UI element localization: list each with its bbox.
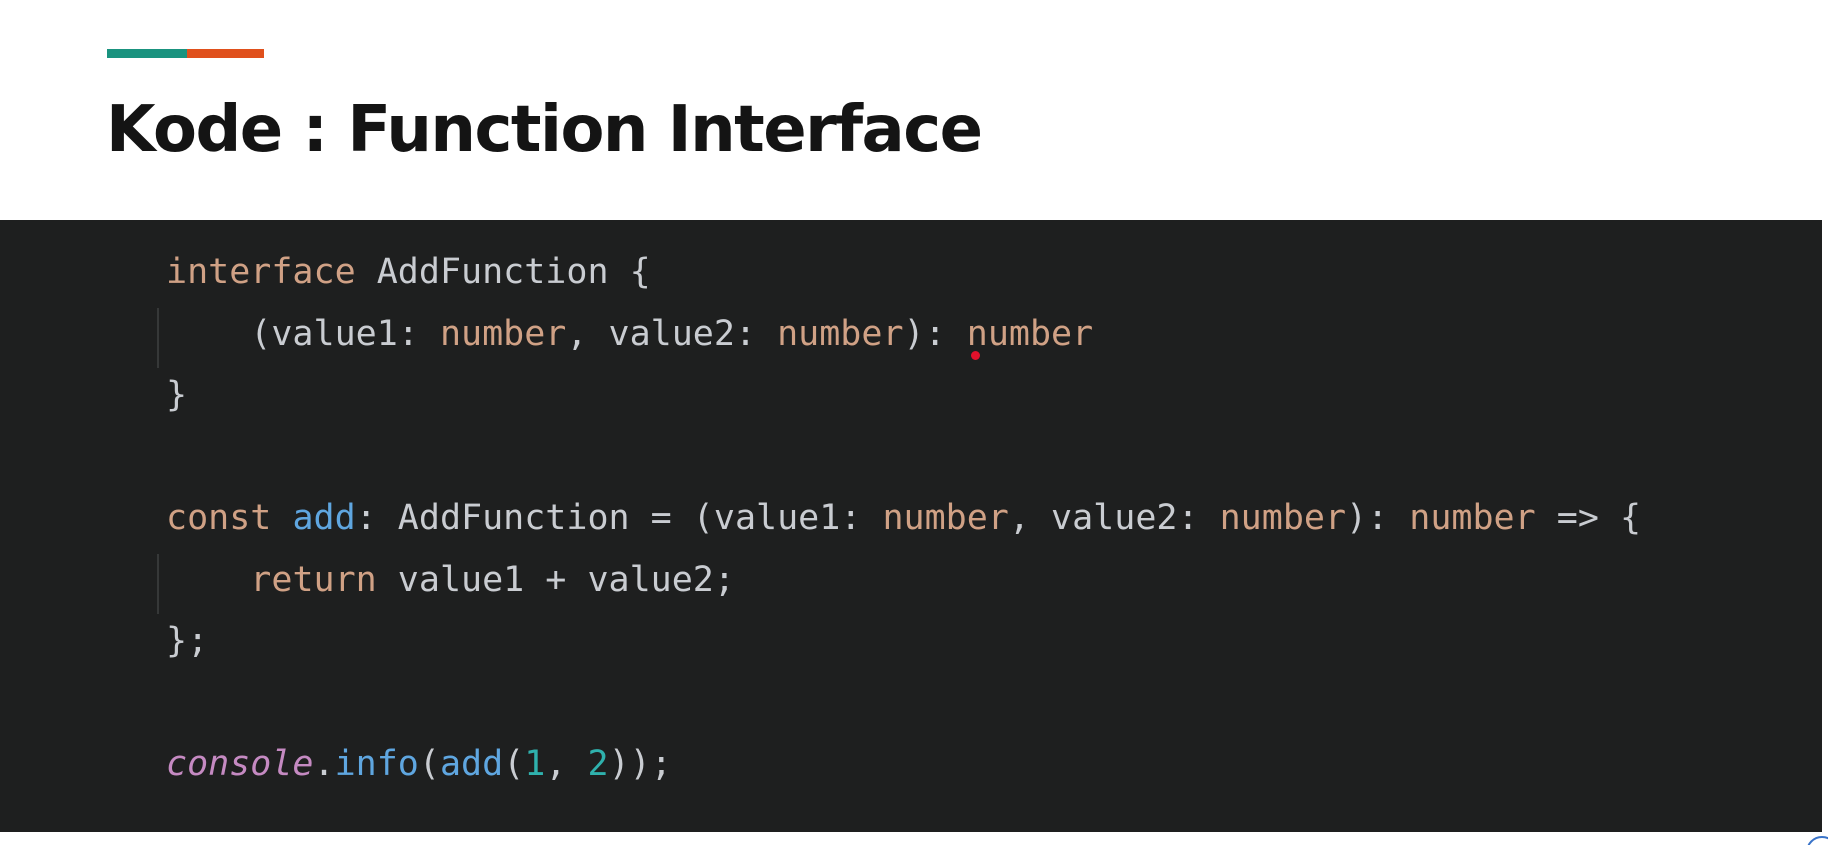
code-text: (value1: — [166, 313, 440, 354]
code-text: ( — [418, 744, 440, 784]
code-function-name: add — [292, 498, 356, 538]
pointer-dot — [971, 351, 980, 360]
code-function-name: add — [439, 744, 504, 784]
code-text: . — [313, 744, 335, 784]
code-line: return value1 + value2; — [157, 553, 1822, 616]
code-keyword: interface — [166, 252, 356, 292]
code-line: }; — [166, 615, 1822, 677]
code-line: (value1: number, value2: number): number — [157, 307, 1822, 370]
code-keyword: return — [250, 559, 377, 600]
code-text: , value2: — [566, 313, 778, 354]
code-number: 1 — [524, 744, 546, 784]
accent-bar-teal — [107, 49, 187, 58]
code-text: }; — [166, 621, 209, 661]
code-line: const add: AddFunction = (value1: number… — [166, 492, 1822, 554]
code-lines: interface AddFunction { (value1: number,… — [157, 246, 1822, 800]
code-text: } — [166, 375, 188, 415]
code-text: ): — [1346, 498, 1410, 538]
code-block: interface AddFunction { (value1: number,… — [0, 220, 1822, 832]
code-text: ( — [503, 744, 525, 784]
code-keyword: const — [166, 498, 272, 538]
code-keyword: number — [966, 313, 1094, 354]
code-line: } — [166, 369, 1822, 431]
code-text: , value2: — [1008, 498, 1220, 538]
code-line: console.info(add(1, 2)); — [166, 738, 1822, 800]
accent-bar-orange — [187, 49, 264, 58]
code-function-name: info — [334, 744, 419, 784]
code-text: AddFunction { — [355, 252, 651, 292]
code-text: )); — [608, 744, 672, 784]
code-text: ): — [903, 313, 967, 354]
indent-guide — [157, 307, 159, 368]
code-keyword: number — [882, 498, 1009, 538]
code-text: , — [545, 744, 588, 784]
code-keyword: number — [1219, 498, 1347, 538]
code-line: interface AddFunction { — [166, 246, 1822, 308]
code-text: : AddFunction = (value1: — [355, 498, 883, 538]
indent-guide — [157, 553, 159, 614]
slide-title: Kode : Function Interface — [106, 93, 983, 167]
code-number: 2 — [587, 744, 609, 784]
code-text: => { — [1535, 498, 1642, 538]
code-keyword: number — [1409, 498, 1536, 538]
code-object: console — [166, 744, 314, 784]
avatar — [1806, 836, 1828, 845]
code-text: value1 + value2; — [376, 559, 735, 600]
code-keyword: number — [439, 313, 567, 354]
code-keyword: number — [777, 313, 904, 354]
title-accent-bar — [107, 49, 264, 58]
